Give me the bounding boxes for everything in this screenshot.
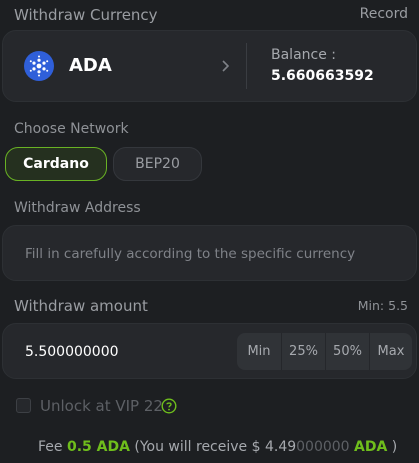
amount-field[interactable]: Min 25% 50% Max <box>2 323 417 380</box>
50-percent-button[interactable]: 50% <box>326 333 370 370</box>
fee-suffix: ) <box>387 439 398 455</box>
chevron-right-icon <box>217 58 233 74</box>
vip-unlock-label: Unlock at VIP 22 <box>40 397 163 415</box>
min-button[interactable]: Min <box>237 333 282 370</box>
balance-value: 5.660663592 <box>271 68 374 84</box>
fee-amount: 0.5 ADA <box>66 439 130 455</box>
vip-checkbox[interactable] <box>16 398 31 413</box>
receive-amount-faded: 000000 <box>296 439 350 455</box>
receive-amount: 4.49 <box>264 439 297 455</box>
max-button[interactable]: Max <box>370 333 412 370</box>
help-circle-icon[interactable] <box>161 398 177 414</box>
receive-unit: ADA <box>354 439 388 455</box>
record-link[interactable]: Record <box>360 6 408 22</box>
address-field[interactable] <box>2 225 417 282</box>
amount-input[interactable] <box>23 324 227 380</box>
fee-receive-text: (You will receive $ <box>129 439 265 455</box>
fee-prefix: Fee <box>38 439 67 455</box>
min-amount-label: Min: 5.5 <box>357 298 408 313</box>
withdraw-address-label: Withdraw Address <box>14 200 141 216</box>
currency-symbol: ADA <box>69 55 112 76</box>
address-input[interactable] <box>23 226 407 282</box>
choose-network-label: Choose Network <box>14 121 129 137</box>
cardano-icon <box>24 51 54 81</box>
balance-label: Balance : <box>271 47 337 63</box>
card-divider <box>246 43 247 89</box>
network-option-cardano[interactable]: Cardano <box>5 147 107 181</box>
25-percent-button[interactable]: 25% <box>282 333 326 370</box>
withdraw-amount-label: Withdraw amount <box>14 297 148 315</box>
fee-summary: Fee 0.5 ADA (You will receive $ 4.490000… <box>38 439 397 455</box>
currency-selector-card[interactable]: ADA Balance : 5.660663592 <box>2 30 417 102</box>
quick-amount-group: Min 25% 50% Max <box>237 333 412 370</box>
network-option-bep20[interactable]: BEP20 <box>113 147 202 181</box>
page-title: Withdraw Currency <box>14 6 158 24</box>
